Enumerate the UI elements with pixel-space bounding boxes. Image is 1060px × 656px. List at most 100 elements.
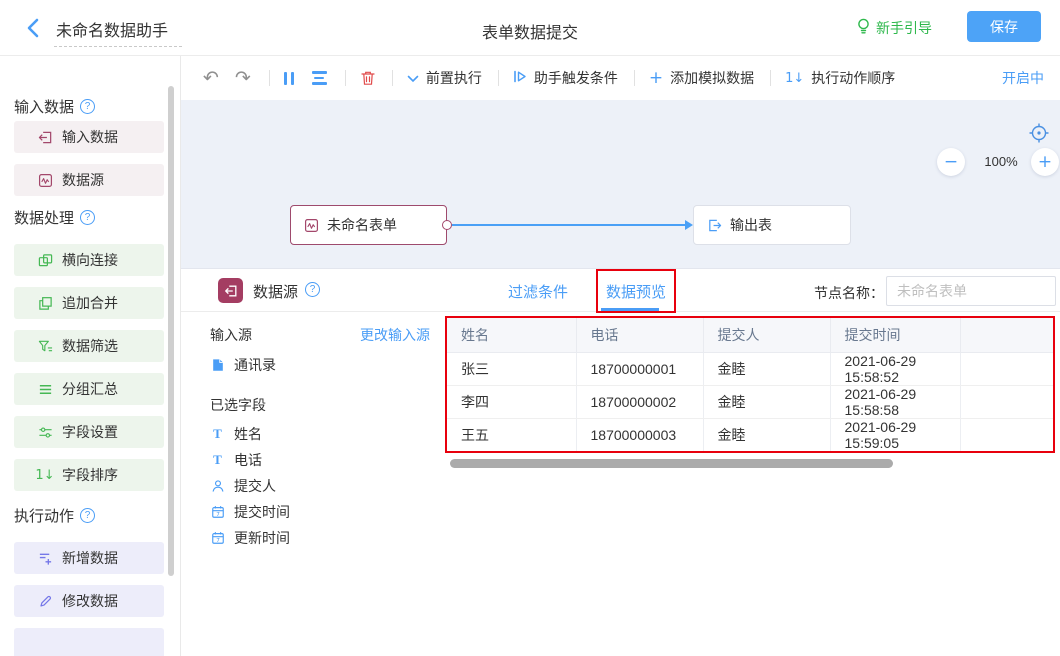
toolbar-divider — [269, 70, 270, 86]
sidebar-item-label: 修改数据 — [62, 591, 118, 611]
source-item-contacts[interactable]: 通讯录 — [210, 355, 276, 375]
field-item-name[interactable]: T 姓名 — [210, 424, 262, 444]
field-item-phone[interactable]: T 电话 — [210, 450, 262, 470]
table-row: 李四 18700000002 金睦 2021-06-29 15:58:58 — [447, 385, 1053, 418]
sidebar-item-group-summary[interactable]: 分组汇总 — [14, 373, 164, 405]
col-header: 电话 — [576, 318, 703, 352]
cell: 王五 — [447, 418, 576, 451]
sidebar-item-label: 数据源 — [62, 170, 104, 190]
field-item-update-time[interactable]: 7 更新时间 — [210, 528, 290, 548]
add-rows-icon — [37, 550, 53, 566]
sidebar-item-data-source[interactable]: 数据源 — [14, 164, 164, 196]
cell-stub — [960, 418, 1053, 451]
table-row: 王五 18700000003 金睦 2021-06-29 15:59:05 — [447, 418, 1053, 451]
trigger-condition-button[interactable]: 助手触发条件 — [513, 68, 618, 88]
sidebar-item-input-data[interactable]: 输入数据 — [14, 121, 164, 153]
section-input-data: 输入数据 ? — [14, 96, 180, 116]
calendar-icon: 7 — [210, 531, 225, 546]
sidebar-item-field-sort[interactable]: 1↓ 字段排序 — [14, 459, 164, 491]
sidebar-item-label: 字段排序 — [62, 465, 118, 485]
cell: 18700000001 — [576, 352, 703, 385]
pre-execution-button[interactable]: 前置执行 — [407, 68, 482, 88]
cell: 18700000002 — [576, 385, 703, 418]
save-button[interactable]: 保存 — [967, 11, 1041, 42]
status-toggle[interactable]: 开启中 — [1002, 68, 1044, 88]
panel-title: 数据源 — [253, 281, 298, 302]
table-horizontal-scrollbar[interactable] — [450, 459, 893, 468]
sidebar-item-data-filter[interactable]: 数据筛选 — [14, 330, 164, 362]
zoom-out-button[interactable]: − — [937, 148, 965, 176]
sidebar-scrollbar[interactable] — [168, 86, 174, 576]
guide-label: 新手引导 — [876, 18, 932, 38]
change-input-source-link[interactable]: 更改输入源 — [360, 325, 430, 345]
waveform-icon — [37, 172, 53, 188]
node-name-label: 节点名称： — [814, 283, 884, 303]
sidebar-item-label: 追加合并 — [62, 293, 118, 313]
toolbar-divider — [770, 70, 771, 86]
edit-pencil-icon — [37, 593, 53, 609]
plus-icon: + — [649, 70, 663, 87]
tab-filter-condition[interactable]: 过滤条件 — [508, 281, 568, 302]
zoom-level: 100% — [977, 154, 1025, 169]
field-item-submitter[interactable]: 提交人 — [210, 476, 276, 496]
action-order-label: 执行动作顺序 — [811, 68, 895, 88]
cell: 2021-06-29 15:58:52 — [830, 352, 960, 385]
svg-text:7: 7 — [216, 538, 220, 544]
sidebar-item-field-settings[interactable]: 字段设置 — [14, 416, 164, 448]
help-icon[interactable]: ? — [80, 508, 95, 523]
tab-data-preview[interactable]: 数据预览 — [606, 284, 666, 301]
align-vertical-icon[interactable] — [284, 72, 294, 85]
section-data-processing: 数据处理 ? — [14, 207, 180, 227]
undo-icon[interactable]: ↶ — [203, 69, 219, 88]
sidebar-item-horizontal-join[interactable]: 横向连接 — [14, 244, 164, 276]
sidebar-item-label: 分组汇总 — [62, 379, 118, 399]
flow-canvas[interactable]: 未命名表单 输出表 − 100% + — [181, 100, 1060, 268]
svg-text:7: 7 — [216, 512, 220, 518]
sidebar-item-label: 字段设置 — [62, 422, 118, 442]
sidebar-item-label: 输入数据 — [62, 127, 118, 147]
zoom-in-button[interactable]: + — [1031, 148, 1059, 176]
toolbar-divider — [634, 70, 635, 86]
sidebar-item-label: 数据筛选 — [62, 336, 118, 356]
action-order-button[interactable]: 1↓ 执行动作顺序 — [785, 68, 895, 88]
section-execute-actions: 执行动作 ? — [14, 505, 180, 525]
panel-body: 输入源 更改输入源 通讯录 已选字段 T 姓名 T 电话 提 — [181, 312, 1060, 656]
sort-order-icon: 1↓ — [785, 72, 804, 85]
beginner-guide-link[interactable]: 新手引导 — [856, 18, 932, 38]
topbar: 未命名数据助手 表单数据提交 新手引导 保存 — [0, 0, 1060, 56]
cell: 2021-06-29 15:58:58 — [830, 385, 960, 418]
sidebar-item-add-data[interactable]: 新增数据 — [14, 542, 164, 574]
field-item-submit-time[interactable]: 7 提交时间 — [210, 502, 290, 522]
sidebar-item-append-merge[interactable]: 追加合并 — [14, 287, 164, 319]
chevron-down-icon — [407, 70, 419, 86]
locate-crosshair-icon[interactable] — [1028, 122, 1050, 147]
form-node-label: 未命名表单 — [327, 215, 397, 235]
section-title: 输入数据 — [14, 96, 74, 117]
connector-dot[interactable] — [442, 220, 452, 230]
import-icon — [37, 129, 53, 145]
field-label: 提交时间 — [234, 502, 290, 522]
source-name: 通讯录 — [234, 355, 276, 375]
node-name-input[interactable] — [886, 276, 1056, 306]
form-node[interactable]: 未命名表单 — [290, 205, 447, 245]
cell-stub — [960, 385, 1053, 418]
help-icon[interactable]: ? — [80, 99, 95, 114]
delete-trash-icon[interactable] — [360, 70, 376, 86]
align-horizontal-icon[interactable] — [312, 71, 327, 85]
section-title: 数据处理 — [14, 207, 74, 228]
main-area: ↶ ↷ 前置执行 助手触发条件 + 添加模拟数据 1↓ — [181, 56, 1060, 656]
export-icon — [706, 217, 722, 233]
help-icon[interactable]: ? — [80, 210, 95, 225]
sidebar-item-partial[interactable] — [14, 628, 164, 656]
add-mock-data-button[interactable]: + 添加模拟数据 — [649, 68, 754, 88]
section-title: 执行动作 — [14, 505, 74, 526]
redo-icon[interactable]: ↷ — [235, 69, 251, 88]
output-table-node[interactable]: 输出表 — [693, 205, 851, 245]
data-source-badge-icon — [218, 278, 243, 303]
filter-funnel-icon — [37, 338, 53, 354]
sidebar-item-modify-data[interactable]: 修改数据 — [14, 585, 164, 617]
col-header-stub — [960, 318, 1053, 352]
field-label: 电话 — [234, 450, 262, 470]
help-icon[interactable]: ? — [305, 282, 320, 297]
canvas-toolbar: ↶ ↷ 前置执行 助手触发条件 + 添加模拟数据 1↓ — [181, 56, 1060, 100]
